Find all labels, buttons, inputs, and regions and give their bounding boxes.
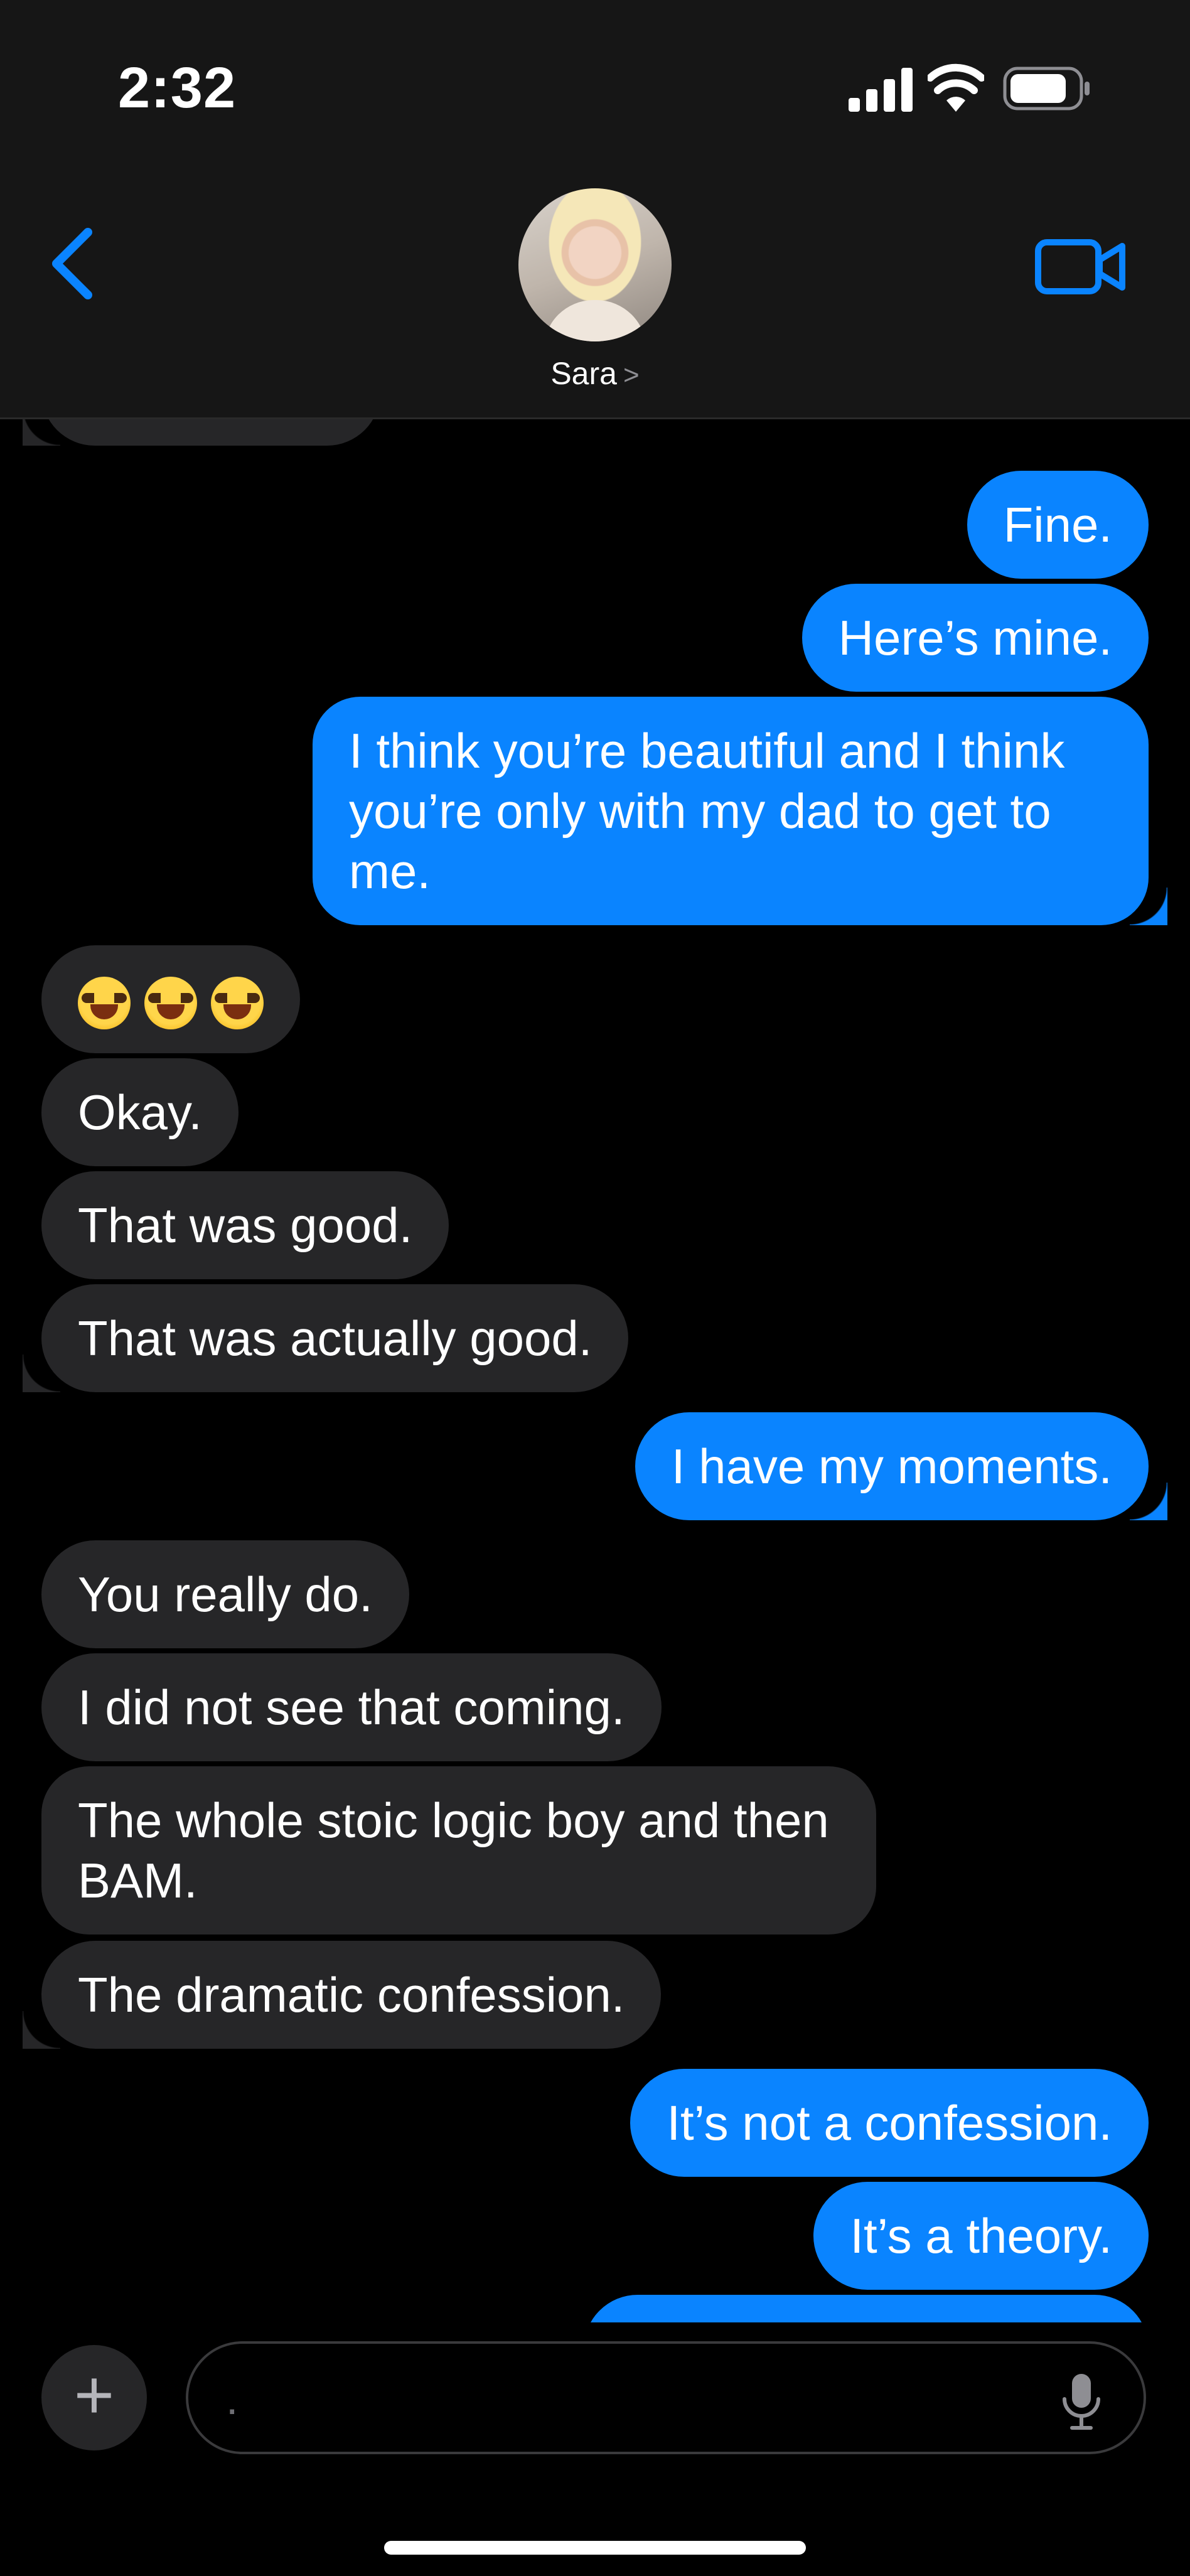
message-bubble-outgoing[interactable]: It’s a theory.	[813, 2182, 1149, 2290]
home-indicator[interactable]	[384, 2541, 806, 2555]
message-bubble-incoming[interactable]: Okay.	[41, 1058, 239, 1166]
microphone-icon[interactable]	[1059, 2371, 1103, 2432]
contact-name: Sara	[550, 356, 617, 391]
laughing-emoji-icon	[78, 977, 131, 1030]
wifi-icon	[928, 63, 984, 112]
message-bubble-incoming[interactable]: That was actually good.	[22, 1284, 629, 1392]
messages-screen: Fine. Here’s mine. I think you’re beauti…	[0, 0, 1190, 2576]
message-bubble-incoming[interactable]: You really do.	[41, 1540, 409, 1648]
status-bar-time: 2:32	[118, 56, 237, 120]
message-bubble-outgoing[interactable]: I think you’re beautiful and I think you…	[313, 697, 1167, 925]
laughing-emoji-icon	[211, 977, 264, 1030]
message-composer: +	[0, 2322, 1190, 2576]
message-bubble-incoming[interactable]: The whole stoic logic boy and then BAM.	[41, 1766, 876, 1935]
battery-icon	[1003, 67, 1090, 110]
message-bubble-outgoing[interactable]: It’s not a confession.	[630, 2069, 1149, 2177]
message-bubble-incoming[interactable]: The dramatic confession.	[22, 1941, 662, 2049]
message-input[interactable]	[226, 2369, 1042, 2429]
message-bubble-incoming[interactable]: 😂😂😂	[41, 945, 300, 1054]
message-bubble-outgoing[interactable]: Here’s mine.	[801, 584, 1149, 692]
contact-avatar[interactable]	[518, 188, 672, 341]
message-bubble-incoming[interactable]: I did not see that coming.	[41, 1653, 662, 1761]
back-button[interactable]	[44, 226, 100, 301]
contact-name-button[interactable]: Sara >	[0, 355, 1190, 392]
laughing-emoji-icon	[144, 977, 197, 1030]
message-input-container[interactable]	[186, 2341, 1146, 2454]
conversation-header: 2:32 Sara >	[0, 0, 1190, 419]
video-call-button[interactable]	[1034, 232, 1127, 301]
message-bubble-incoming[interactable]: That was good.	[41, 1171, 449, 1279]
message-bubble-outgoing[interactable]: Fine.	[967, 471, 1149, 579]
message-bubble-outgoing[interactable]: I have my moments.	[635, 1412, 1168, 1520]
chevron-right-icon: >	[623, 360, 640, 390]
apps-plus-button[interactable]: +	[41, 2345, 147, 2450]
cellular-signal-icon	[849, 68, 913, 112]
